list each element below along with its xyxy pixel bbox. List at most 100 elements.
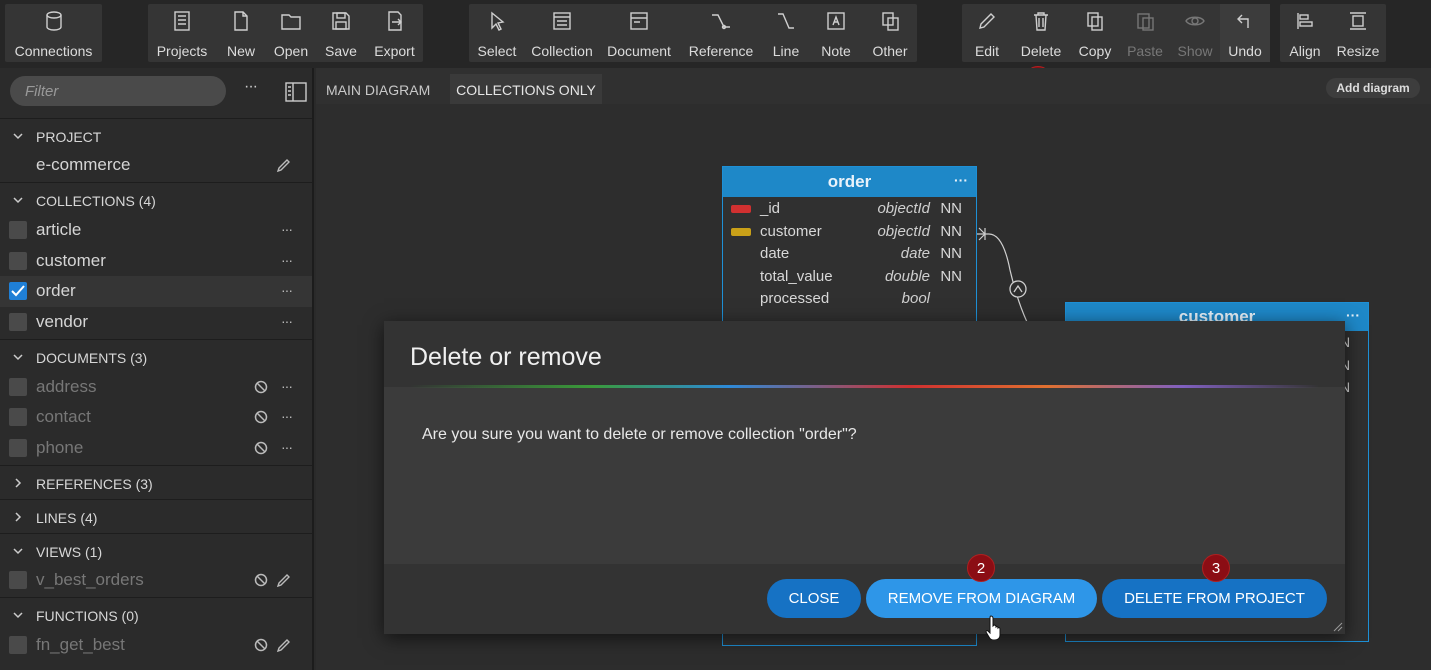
trash-icon [1034,12,1048,31]
pencil-icon[interactable] [276,637,292,653]
align-left-icon [1297,13,1313,29]
collection-item-article[interactable]: article ··· [0,215,312,246]
field-row[interactable]: total_value double NN [723,265,976,288]
collection-item-vendor[interactable]: vendor ··· [0,307,312,338]
reference-line-icon [712,14,730,30]
checkbox[interactable] [9,313,27,331]
sidebar-more-button[interactable]: ··· [244,78,258,96]
delete-button[interactable]: Delete [1012,4,1070,62]
undo-button[interactable]: Undo [1220,4,1270,62]
add-diagram-button[interactable]: Add diagram [1326,78,1420,98]
collection-item-customer[interactable]: customer ··· [0,246,312,277]
save-button[interactable]: Save [316,4,366,62]
close-button[interactable]: CLOSE [767,579,861,618]
toolbar-group-edit: Edit Delete Copy Paste Show Undo [962,4,1270,62]
select-tool-button[interactable]: Select [469,4,525,62]
dialog-divider [410,385,1319,388]
cursor-icon [491,11,505,31]
dialog-header: Delete or remove [384,321,1345,387]
callout-badge-3: 3 [1202,554,1230,582]
checkbox-checked[interactable] [9,282,27,300]
tab-main-diagram[interactable]: MAIN DIAGRAM [326,74,456,104]
new-button[interactable]: New [216,4,266,62]
field-row[interactable]: processed bool [723,287,976,310]
show-button[interactable]: Show [1170,4,1220,62]
order-collection-header[interactable]: order ··· [723,167,976,197]
checkbox[interactable] [9,636,27,654]
not-in-diagram-icon [254,380,268,394]
connections-button[interactable]: Connections [5,4,102,62]
toolbar-group-layout: Align Resize [1280,4,1386,62]
resize-button[interactable]: Resize [1330,4,1386,62]
database-icon [45,11,62,31]
remove-from-diagram-button[interactable]: REMOVE FROM DIAGRAM [866,579,1097,618]
resize-grip-icon[interactable] [1333,622,1343,632]
section-references[interactable]: REFERENCES (3) [0,465,312,499]
checkbox[interactable] [9,252,27,270]
checkbox[interactable] [9,378,27,396]
section-documents[interactable]: DOCUMENTS (3) [0,339,312,373]
more-dots-icon[interactable]: ··· [1346,301,1360,329]
pencil-icon[interactable] [276,157,292,173]
hand-cursor-icon [985,615,1001,640]
projects-button[interactable]: Projects [148,4,216,62]
section-collections[interactable]: COLLECTIONS (4) [0,182,312,216]
section-views[interactable]: VIEWS (1) [0,533,312,567]
paste-button[interactable]: Paste [1120,4,1170,62]
align-button[interactable]: Align [1280,4,1330,62]
checkbox[interactable] [9,221,27,239]
document-icon [630,12,648,30]
line-tool-button[interactable]: Line [763,4,809,62]
more-dots-icon[interactable]: ··· [281,282,293,298]
collection-tool-button[interactable]: Collection [525,4,599,62]
reference-tool-button[interactable]: Reference [679,4,763,62]
note-tool-button[interactable]: Note [809,4,863,62]
checkbox[interactable] [9,571,27,589]
other-tool-button[interactable]: Other [863,4,917,62]
dialog-message: Are you sure you want to delete or remov… [422,426,857,443]
field-row[interactable]: customer objectId NN [723,220,976,243]
delete-from-project-button[interactable]: DELETE FROM PROJECT [1102,579,1327,618]
folder-icon [281,14,301,30]
more-dots-icon[interactable]: ··· [281,313,293,329]
document-item-contact[interactable]: contact ··· [0,402,312,433]
other-objects-icon [882,12,899,31]
project-name-item[interactable]: e-commerce [0,150,312,181]
undo-icon [1237,14,1249,28]
collection-item-order[interactable]: order ··· [0,276,312,307]
project-sidebar: Filter ··· PROJECT e-commerce COLLECTION… [0,68,314,670]
callout-badge-2: 2 [967,554,995,582]
view-item-v-best-orders[interactable]: v_best_orders [0,565,312,596]
edit-button[interactable]: Edit [962,4,1012,62]
dialog-title: Delete or remove [410,343,602,371]
section-lines[interactable]: LINES (4) [0,499,312,533]
more-dots-icon[interactable]: ··· [281,221,293,237]
reference-line[interactable] [975,220,1035,330]
document-item-address[interactable]: address ··· [0,372,312,403]
more-dots-icon[interactable]: ··· [281,378,293,394]
more-dots-icon[interactable]: ··· [281,439,293,455]
filter-input[interactable]: Filter [10,76,226,106]
checkbox[interactable] [9,408,27,426]
chevron-down-icon [13,133,23,140]
section-project[interactable]: PROJECT [0,118,312,152]
more-dots-icon[interactable]: ··· [954,165,968,195]
document-item-phone[interactable]: phone ··· [0,433,312,464]
function-item-fn-get-best[interactable]: fn_get_best [0,630,312,661]
section-functions[interactable]: FUNCTIONS (0) [0,597,312,631]
checkbox[interactable] [9,439,27,457]
main-toolbar: Connections Projects New Open Save Expor… [0,0,1431,94]
more-dots-icon[interactable]: ··· [281,252,293,268]
open-button[interactable]: Open [266,4,316,62]
document-tool-button[interactable]: Document [599,4,679,62]
save-icon [332,12,350,30]
export-button[interactable]: Export [366,4,423,62]
pencil-icon[interactable] [276,572,292,588]
chevron-right-icon [15,512,22,522]
field-row[interactable]: _id objectId NN [723,197,976,220]
field-row[interactable]: date date NN [723,242,976,265]
tab-collections-only[interactable]: COLLECTIONS ONLY [450,74,602,104]
copy-button[interactable]: Copy [1070,4,1120,62]
more-dots-icon[interactable]: ··· [281,408,293,424]
panel-toggle-icon[interactable] [285,82,307,102]
